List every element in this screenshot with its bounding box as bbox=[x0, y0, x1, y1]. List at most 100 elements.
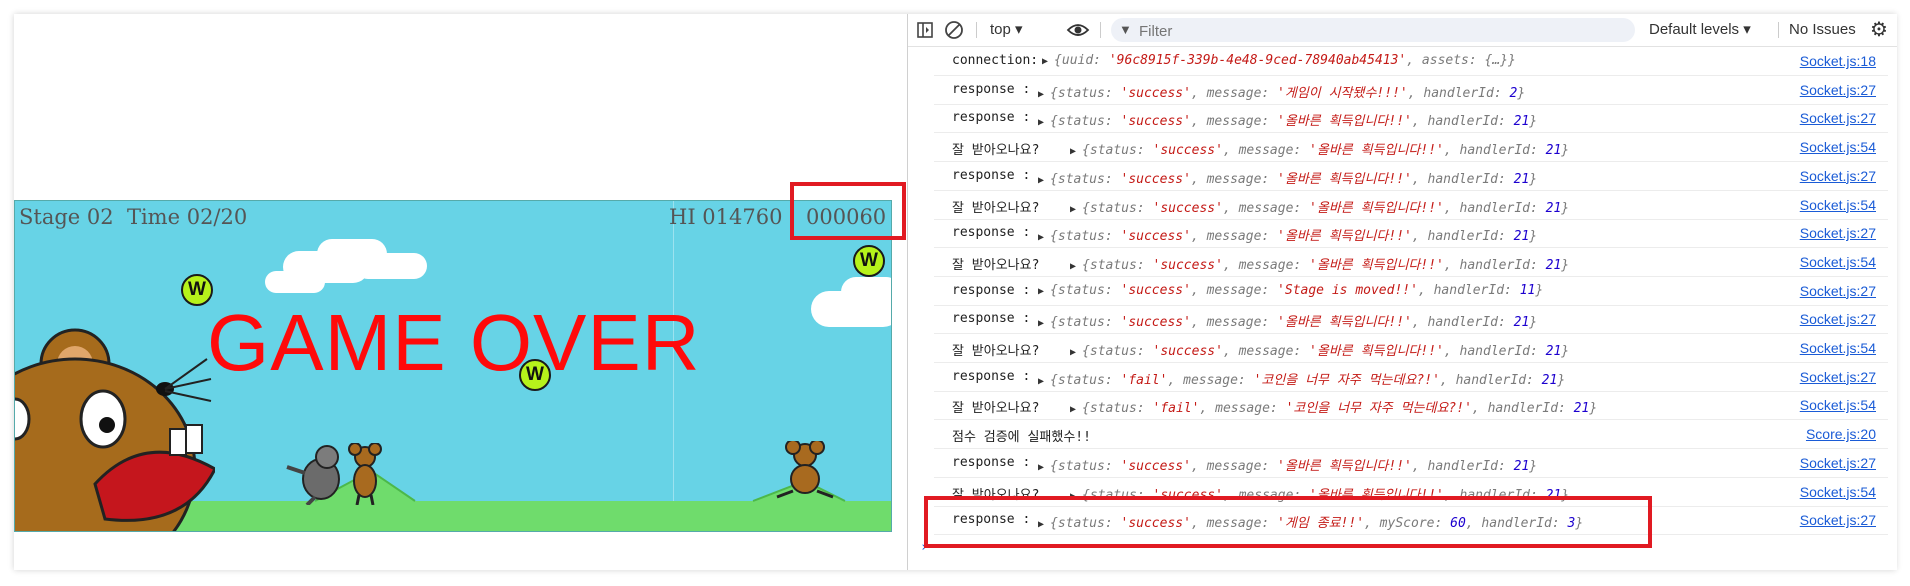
log-source-link[interactable]: Socket.js:27 bbox=[1800, 369, 1876, 385]
log-object-preview[interactable]: ▶ {status: 'success', message: '올바른 획득입니… bbox=[1070, 254, 1569, 273]
expand-triangle-icon[interactable]: ▶ bbox=[1038, 117, 1050, 128]
log-object-preview[interactable]: ▶ {uuid: '96c8915f-339b-4e48-9ced-78940a… bbox=[1042, 53, 1516, 68]
log-object-preview[interactable]: ▶ {status: 'success', message: '올바른 획득입니… bbox=[1038, 225, 1537, 244]
expand-triangle-icon[interactable]: ▶ bbox=[1070, 204, 1082, 215]
log-source-link[interactable]: Socket.js:54 bbox=[1800, 139, 1876, 155]
settings-gear-icon[interactable]: ⚙ bbox=[1870, 14, 1888, 46]
log-object-token: 'fail' bbox=[1152, 401, 1200, 417]
context-selector[interactable]: top ▾ bbox=[990, 14, 1023, 46]
expand-triangle-icon[interactable]: ▶ bbox=[1038, 89, 1050, 100]
log-object-token: '96c8915f-339b-4e48-9ced-78940ab45413' bbox=[1108, 53, 1407, 68]
expand-triangle-icon[interactable]: ▶ bbox=[1070, 261, 1082, 272]
log-source-link[interactable]: Score.js:20 bbox=[1806, 426, 1876, 442]
expand-triangle-icon[interactable]: ▶ bbox=[1070, 347, 1082, 358]
log-object-token: 21 bbox=[1513, 315, 1530, 331]
log-object-token: 'success' bbox=[1152, 344, 1223, 359]
log-object-token: '올바른 획득입니다!!' bbox=[1277, 229, 1412, 245]
filter-icon: ▼ bbox=[1119, 22, 1132, 37]
log-source-link[interactable]: Socket.js:54 bbox=[1800, 340, 1876, 356]
expand-triangle-icon[interactable]: ▶ bbox=[1070, 404, 1082, 415]
sidebar-toggle-icon[interactable] bbox=[916, 14, 934, 46]
log-object-token: , message: bbox=[1222, 143, 1310, 159]
log-object-token: 'success' bbox=[1152, 257, 1223, 273]
log-source-link[interactable]: Socket.js:27 bbox=[1800, 455, 1876, 471]
expand-triangle-icon[interactable]: ▶ bbox=[1038, 175, 1050, 186]
log-source-link[interactable]: Socket.js:54 bbox=[1800, 484, 1876, 500]
filter-box[interactable]: ▼ bbox=[1111, 18, 1635, 44]
game-over-text: GAME OVER bbox=[207, 298, 701, 387]
issues-counter[interactable]: No Issues bbox=[1789, 14, 1856, 46]
expand-triangle-icon[interactable]: ▶ bbox=[1038, 232, 1050, 243]
log-object-preview[interactable]: ▶ {status: 'fail', message: '코인을 너무 자주 먹… bbox=[1038, 369, 1565, 388]
expand-triangle-icon[interactable]: ▶ bbox=[1038, 376, 1050, 387]
expand-triangle-icon[interactable]: ▶ bbox=[1038, 462, 1050, 473]
log-object-token: 21 bbox=[1545, 257, 1562, 273]
log-object-token: , handlerId: bbox=[1443, 200, 1546, 216]
log-object-preview[interactable]: ▶ {status: 'success', message: 'Stage is… bbox=[1038, 283, 1543, 298]
high-score-display: HI 014760 bbox=[669, 205, 783, 229]
giant-mouse-enemy bbox=[15, 328, 215, 531]
console-log-row[interactable]: 잘 받아오나요? ▶ {status: 'success', message: '… bbox=[934, 191, 1888, 220]
expand-triangle-icon[interactable]: ▶ bbox=[1038, 286, 1050, 297]
console-log-row[interactable]: response : ▶ {status: 'fail', message: '코… bbox=[934, 363, 1888, 392]
log-object-preview[interactable]: ▶ {status: 'success', message: '올바른 획득입니… bbox=[1038, 168, 1537, 187]
log-label: 잘 받아오나요? bbox=[952, 401, 1040, 417]
clear-console-icon[interactable] bbox=[944, 14, 964, 46]
log-object-token: '올바른 획득입니다!!' bbox=[1277, 114, 1412, 130]
log-object-token: , assets: {…}} bbox=[1406, 53, 1516, 68]
log-source-link[interactable]: Socket.js:27 bbox=[1800, 512, 1876, 528]
log-source-link[interactable]: Socket.js:54 bbox=[1800, 397, 1876, 413]
log-source-link[interactable]: Socket.js:54 bbox=[1800, 254, 1876, 270]
log-object-preview[interactable]: ▶ {status: 'success', message: '올바른 획득입니… bbox=[1070, 197, 1569, 216]
log-object-token: {status: bbox=[1050, 229, 1121, 245]
log-object-token: {status: bbox=[1050, 315, 1121, 331]
console-log-row[interactable]: 점수 검증에 실패했수!! Score.js:20 bbox=[934, 420, 1888, 450]
expand-triangle-icon[interactable]: ▶ bbox=[1038, 318, 1050, 329]
log-object-preview[interactable]: ▶ {status: 'success', message: '게임이 시작됐수… bbox=[1038, 82, 1525, 101]
log-source-link[interactable]: Socket.js:27 bbox=[1800, 82, 1876, 98]
log-object-token: 'success' bbox=[1152, 143, 1223, 159]
log-source-link[interactable]: Socket.js:27 bbox=[1800, 283, 1876, 299]
log-levels-dropdown[interactable]: Default levels ▾ bbox=[1649, 14, 1751, 46]
log-object-preview[interactable]: ▶ {status: 'fail', message: '코인을 너무 자주 먹… bbox=[1070, 397, 1597, 416]
console-log-row[interactable]: response : ▶ {status: 'success', message:… bbox=[934, 305, 1888, 335]
log-object-preview[interactable]: ▶ {status: 'success', message: '올바른 획득입니… bbox=[1038, 110, 1537, 129]
console-log-row[interactable]: response : ▶ {status: 'success', message:… bbox=[934, 277, 1888, 306]
console-log-row[interactable]: 잘 받아오나요? ▶ {status: 'fail', message: '코인을… bbox=[934, 391, 1888, 421]
console-log-row[interactable]: response : ▶ {status: 'success', message:… bbox=[934, 162, 1888, 191]
game-canvas[interactable]: Stage 02 Time 02/20 HI 014760 000060 W W… bbox=[14, 200, 892, 532]
log-object-token: {status: bbox=[1050, 282, 1121, 298]
log-source-link[interactable]: Socket.js:27 bbox=[1800, 110, 1876, 126]
log-object-token: , message: bbox=[1167, 372, 1254, 388]
console-log-row[interactable]: 잘 받아오나요? ▶ {status: 'success', message: '… bbox=[934, 248, 1888, 277]
log-object-token: , handlerId: bbox=[1411, 458, 1514, 474]
log-object-preview[interactable]: ▶ {status: 'success', message: '올바른 획득입니… bbox=[1038, 311, 1537, 330]
log-source-link[interactable]: Socket.js:27 bbox=[1800, 225, 1876, 241]
log-source-link[interactable]: Socket.js:27 bbox=[1800, 311, 1876, 327]
console-log-row[interactable]: connection: ▶ {uuid: '96c8915f-339b-4e48-… bbox=[934, 47, 1888, 76]
log-object-token: , message: bbox=[1190, 282, 1278, 298]
console-log-row[interactable]: 잘 받아오나요? ▶ {status: 'success', message: '… bbox=[934, 334, 1888, 363]
log-object-preview[interactable]: ▶ {status: 'success', message: '올바른 획득입니… bbox=[1038, 455, 1537, 474]
log-object-token: , message: bbox=[1190, 229, 1278, 245]
console-log-row[interactable]: response : ▶ {status: 'success', message:… bbox=[934, 449, 1888, 478]
log-object-preview[interactable]: ▶ {status: 'success', message: '올바른 획득입니… bbox=[1070, 139, 1569, 158]
expand-triangle-icon[interactable]: ▶ bbox=[1042, 56, 1054, 67]
console-log-row[interactable]: response : ▶ {status: 'success', message:… bbox=[934, 104, 1888, 134]
console-log-row[interactable]: response : ▶ {status: 'success', message:… bbox=[934, 219, 1888, 249]
filter-input[interactable] bbox=[1137, 18, 1621, 44]
log-source-link[interactable]: Socket.js:54 bbox=[1800, 197, 1876, 213]
log-object-token: 21 bbox=[1573, 401, 1590, 417]
log-source-link[interactable]: Socket.js:18 bbox=[1800, 53, 1876, 69]
expand-triangle-icon[interactable]: ▶ bbox=[1070, 146, 1082, 157]
log-object-token: , handlerId: bbox=[1411, 315, 1514, 331]
live-expression-eye-icon[interactable] bbox=[1066, 14, 1090, 46]
console-log-row[interactable]: 잘 받아오나요? ▶ {status: 'success', message: '… bbox=[934, 133, 1888, 163]
log-label: 잘 받아오나요? bbox=[952, 200, 1040, 216]
toolbar-divider bbox=[976, 22, 977, 38]
log-object-preview[interactable]: ▶ {status: 'success', message: '올바른 획득입니… bbox=[1070, 340, 1569, 359]
log-object-token: } bbox=[1529, 315, 1538, 331]
console-log-row[interactable]: response : ▶ {status: 'success', message:… bbox=[934, 76, 1888, 105]
log-source-link[interactable]: Socket.js:27 bbox=[1800, 168, 1876, 184]
log-object-token: , message: bbox=[1222, 344, 1310, 359]
